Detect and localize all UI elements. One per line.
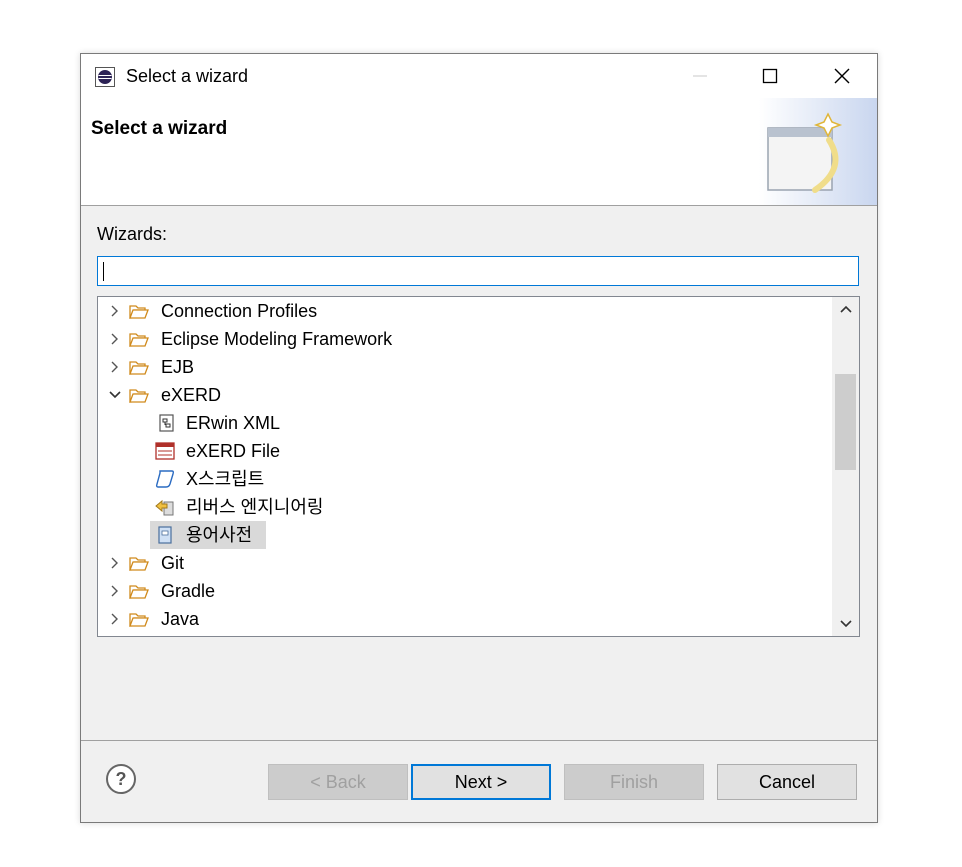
wizards-label: Wizards: [97,224,168,244]
wizard-tree[interactable]: Connection Profiles Eclipse Modeling Fra… [97,296,860,637]
exerd-file-icon [155,442,175,460]
tree-item-eclipse-modeling-framework[interactable]: Eclipse Modeling Framework [98,325,828,353]
tree-item-reverse-engineering[interactable]: 리버스 엔지니어링 [98,493,828,521]
tree-item-connection-profiles[interactable]: Connection Profiles [98,297,828,325]
back-button[interactable]: < Back [268,764,408,800]
tree-item-exerd-file[interactable]: eXERD File [98,437,828,465]
tree-item-label: Java [161,609,200,629]
maximize-button[interactable] [735,54,805,98]
footer-separator [81,740,877,741]
tree-item-label: 리버스 엔지니어링 [186,497,324,517]
maximize-icon [762,68,778,84]
wizard-dialog: Select a wizard Select a wizard Wizards:… [80,53,878,823]
tree-item-label: 용어사전 [186,525,253,545]
chevron-down-icon [839,620,852,628]
wizard-banner-icon [759,98,877,205]
erwin-xml-icon [159,414,174,432]
reverse-engineering-icon [155,499,174,516]
tree-item-label: Connection Profiles [161,301,318,321]
folder-icon [129,305,149,319]
chevron-right-icon[interactable] [109,557,121,569]
tree-item-label: eXERD [161,385,222,405]
scroll-down-button[interactable] [832,610,859,636]
folder-icon [129,333,149,347]
tree-item-gradle[interactable]: Gradle [98,577,828,605]
tree-item-label: ERwin XML [186,413,281,433]
tree-item-label: EJB [161,357,195,377]
wizard-filter-input[interactable] [97,256,859,286]
tree-item-label: Git [161,553,185,573]
minimize-icon [693,75,707,77]
folder-open-icon [129,389,149,403]
close-icon [834,68,850,84]
tree-item-ejb[interactable]: EJB [98,353,828,381]
tree-item-glossary[interactable]: 용어사전 [98,521,828,549]
tree-scrollbar[interactable] [832,297,859,636]
tree-item-java[interactable]: Java [98,605,828,633]
tree-item-erwin-xml[interactable]: ERwin XML [98,409,828,437]
chevron-right-icon[interactable] [109,361,121,373]
tree-item-label: eXERD File [186,441,281,461]
chevron-right-icon[interactable] [109,305,121,317]
dictionary-icon [158,526,172,544]
tree-item-git[interactable]: Git [98,549,828,577]
chevron-up-icon [839,305,852,313]
window-title: Select a wizard [126,66,249,86]
finish-button[interactable]: Finish [564,764,704,800]
wizard-header: Select a wizard [81,98,877,206]
title-bar[interactable]: Select a wizard [81,54,877,98]
tree-item-x-script[interactable]: X스크립트 [98,465,828,493]
tree-item-label: Eclipse Modeling Framework [161,329,393,349]
tree-item-label: Gradle [161,581,216,601]
next-button[interactable]: Next > [411,764,551,800]
minimize-button[interactable] [665,54,735,98]
script-icon [155,470,175,488]
tree-item-label: X스크립트 [186,469,265,489]
cancel-button[interactable]: Cancel [717,764,857,800]
chevron-right-icon[interactable] [109,613,121,625]
folder-icon [129,585,149,599]
page-title: Select a wizard [91,118,228,139]
text-caret [103,262,104,281]
scroll-up-button[interactable] [832,297,859,323]
folder-icon [129,557,149,571]
chevron-down-icon[interactable] [109,389,121,401]
chevron-right-icon[interactable] [109,585,121,597]
scroll-thumb[interactable] [835,374,856,470]
tree-item-exerd[interactable]: eXERD [98,381,828,409]
help-icon[interactable]: ? [105,763,137,795]
eclipse-icon [95,67,115,87]
folder-icon [129,361,149,375]
svg-text:?: ? [116,769,127,789]
close-button[interactable] [807,54,877,98]
folder-icon [129,613,149,627]
chevron-right-icon[interactable] [109,333,121,345]
